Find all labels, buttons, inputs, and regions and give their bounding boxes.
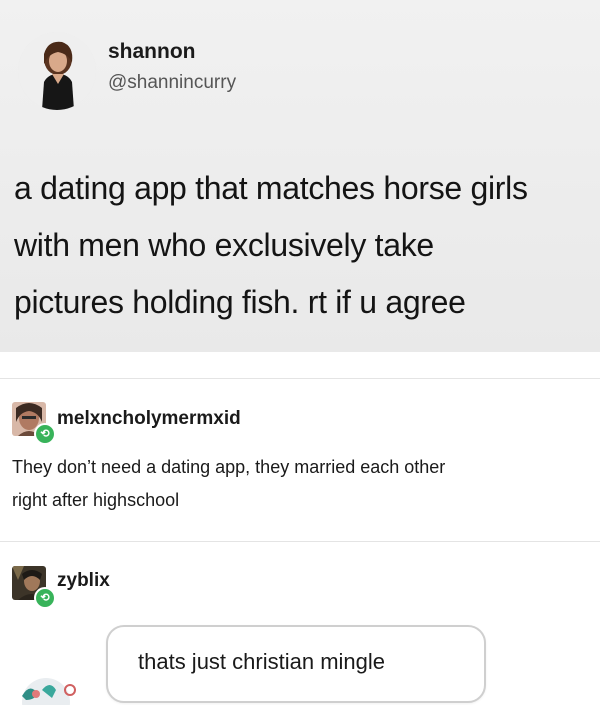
screenshot-page: shannon @shannincurry a dating app that … xyxy=(0,0,600,705)
tweet-body: a dating app that matches horse girls wi… xyxy=(14,160,594,331)
sticker-avatar-icon xyxy=(22,678,76,705)
person-avatar-icon xyxy=(18,32,96,110)
reply-text: thats just christian mingle xyxy=(138,649,385,674)
comment-body-line: They don’t need a dating app, they marri… xyxy=(12,457,446,477)
tweet-author-handle[interactable]: @shannincurry xyxy=(108,72,236,94)
reblog-icon: ⟲ xyxy=(34,587,56,609)
commenter-username[interactable]: melxncholymermxid xyxy=(57,408,241,430)
reblog-icon: ⟲ xyxy=(34,423,56,445)
divider xyxy=(0,541,600,542)
comment-body-line: right after highschool xyxy=(12,490,180,510)
reply-bubble: thats just christian mingle xyxy=(106,625,486,703)
tweet-body-line: a dating app that matches horse girls xyxy=(14,170,528,206)
comment-body: They don’t need a dating app, they marri… xyxy=(12,451,592,517)
replier-avatar[interactable] xyxy=(8,672,80,705)
tweet-author-avatar[interactable] xyxy=(18,32,96,110)
tweet-body-line: with men who exclusively take xyxy=(14,227,434,263)
tweet-author-name[interactable]: shannon xyxy=(108,40,196,64)
embedded-tweet: shannon @shannincurry a dating app that … xyxy=(0,0,600,352)
commenter-username[interactable]: zyblix xyxy=(57,570,110,592)
tweet-body-line: pictures holding fish. rt if u agree xyxy=(14,284,466,320)
divider xyxy=(0,378,600,379)
